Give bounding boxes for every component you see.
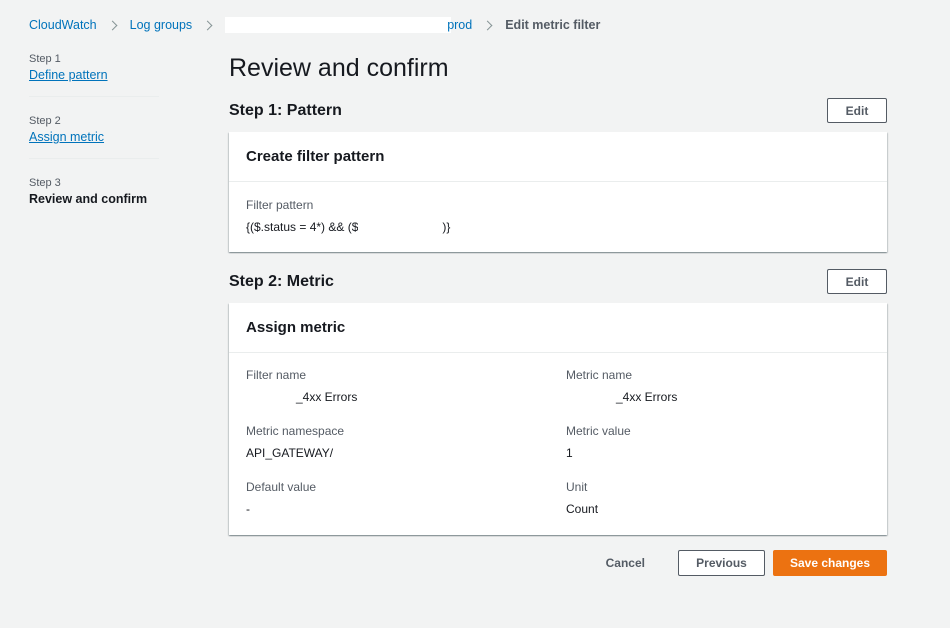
metric-name-label: Metric name <box>566 368 633 382</box>
unit-value: Count <box>566 502 599 516</box>
breadcrumb: CloudWatch Log groups prod Edit metric f… <box>29 16 600 34</box>
metric-namespace-field: Metric namespace API_GATEWAY/ <box>246 423 566 461</box>
card-title: Create filter pattern <box>229 132 887 182</box>
redacted-block <box>246 391 296 404</box>
metric-name-value: _4xx Errors <box>566 389 886 405</box>
cancel-button[interactable]: Cancel <box>592 550 659 576</box>
step-number: Step 1 <box>29 53 61 65</box>
filter-pattern-prefix: {($.status = 4*) && ($ <box>246 220 359 234</box>
breadcrumb-log-groups[interactable]: Log groups <box>130 18 193 32</box>
metric-name-field: Metric name _4xx Errors <box>566 367 886 405</box>
filter-pattern-label: Filter pattern <box>246 198 314 212</box>
previous-button[interactable]: Previous <box>678 550 765 576</box>
metric-details-grid: Filter name _4xx Errors Metric name _4xx… <box>229 353 887 517</box>
edit-metric-button[interactable]: Edit <box>827 269 887 294</box>
filter-pattern-value: {($.status = 4*) && ($)} <box>246 219 870 235</box>
step1-header: Step 1: Pattern Edit <box>229 98 887 123</box>
metric-value-value: 1 <box>566 446 573 460</box>
default-value-value: - <box>246 502 250 516</box>
wizard-actions: Cancel Previous Save changes <box>592 550 887 576</box>
metric-name-text: _4xx Errors <box>616 390 678 404</box>
metric-value-label: Metric value <box>566 424 631 438</box>
filter-name-value: _4xx Errors <box>246 389 566 405</box>
filter-name-text: _4xx Errors <box>296 390 358 404</box>
chevron-right-icon <box>107 20 118 30</box>
breadcrumb-cloudwatch[interactable]: CloudWatch <box>29 18 97 32</box>
unit-label: Unit <box>566 480 588 494</box>
step-link-assign-metric[interactable]: Assign metric <box>29 128 199 146</box>
assign-metric-card: Assign metric Filter name _4xx Errors Me… <box>229 303 887 535</box>
breadcrumb-log-group[interactable]: prod <box>447 18 472 32</box>
metric-value-field: Metric value 1 <box>566 423 886 461</box>
step1-heading: Step 1: Pattern <box>229 101 342 119</box>
step-number: Step 3 <box>29 177 61 189</box>
wizard-step-3: Step 3 Review and confirm <box>29 176 199 208</box>
default-value-label: Default value <box>246 480 317 494</box>
chevron-right-icon <box>482 20 493 30</box>
card-title: Assign metric <box>229 303 887 353</box>
redacted-block <box>566 391 616 404</box>
edit-pattern-button[interactable]: Edit <box>827 98 887 123</box>
divider <box>29 96 159 97</box>
unit-field: Unit Count <box>566 479 886 517</box>
step-link-define-pattern[interactable]: Define pattern <box>29 66 199 84</box>
step-number: Step 2 <box>29 115 61 127</box>
metric-namespace-value: API_GATEWAY/ <box>246 446 334 460</box>
divider <box>29 158 159 159</box>
wizard-steps: Step 1 Define pattern Step 2 Assign metr… <box>29 52 199 208</box>
step2-header: Step 2: Metric Edit <box>229 269 887 294</box>
step2-heading: Step 2: Metric <box>229 272 334 290</box>
wizard-step-1: Step 1 Define pattern <box>29 52 199 84</box>
filter-name-field: Filter name _4xx Errors <box>246 367 566 405</box>
save-changes-button[interactable]: Save changes <box>773 550 887 576</box>
step-current-review: Review and confirm <box>29 192 148 206</box>
redacted-block <box>358 221 443 234</box>
main-content: Review and confirm Step 1: Pattern Edit … <box>229 52 887 535</box>
filter-pattern-suffix: )} <box>442 220 451 234</box>
metric-namespace-label: Metric namespace <box>246 424 345 438</box>
default-value-field: Default value - <box>246 479 566 517</box>
card-body: Filter pattern {($.status = 4*) && ($)} <box>229 182 887 235</box>
breadcrumb-current: Edit metric filter <box>505 18 601 32</box>
redacted-block <box>225 17 452 33</box>
filter-name-label: Filter name <box>246 368 307 382</box>
wizard-step-2: Step 2 Assign metric <box>29 114 199 146</box>
page-title: Review and confirm <box>229 54 449 82</box>
chevron-right-icon <box>202 20 213 30</box>
filter-pattern-card: Create filter pattern Filter pattern {($… <box>229 132 887 252</box>
